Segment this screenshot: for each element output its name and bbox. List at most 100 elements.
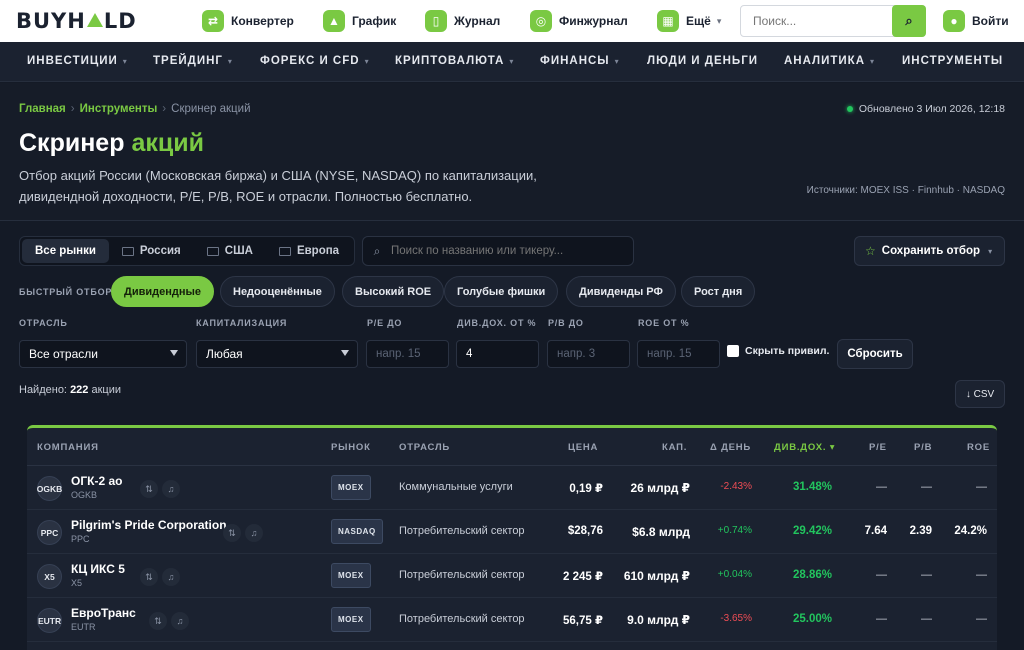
search-button[interactable]: ⌕ (892, 5, 926, 37)
compare-icon[interactable]: ⇅ (149, 612, 167, 630)
bell-icon[interactable]: ♫ (171, 612, 189, 630)
tab-usa-label: США (224, 245, 253, 257)
cap-select[interactable]: Любая (196, 340, 358, 368)
tab-usa[interactable]: США (194, 239, 266, 263)
nav-converter[interactable]: ⇄ Конвертер (202, 9, 294, 33)
chip-day-growth[interactable]: Рост дня (681, 276, 756, 307)
section-analytics-label: АНАЛИТИКА (784, 55, 866, 67)
logo-triangle-icon (86, 13, 103, 27)
results-count: Найдено: 222 акции (19, 384, 121, 396)
section-trading[interactable]: ТРЕЙДИНГ ▾ (153, 55, 233, 67)
pb-cell: — (921, 569, 932, 581)
col-company[interactable]: КОМПАНИЯ (37, 442, 99, 453)
col-div[interactable]: ДИВ.ДОХ. ▾ (774, 442, 835, 453)
cap-cell: 9.0 млрд ₽ (627, 613, 690, 627)
nav-finjournal[interactable]: ◎ Финжурнал (530, 9, 628, 33)
book-icon: ▯ (425, 10, 447, 32)
nav-more-label: Ещё (686, 14, 711, 28)
col-pe[interactable]: P/E (869, 442, 887, 453)
section-analytics[interactable]: АНАЛИТИКА ▾ (784, 55, 875, 67)
page-title-accent: акций (131, 129, 204, 157)
market-badge: NASDAQ (331, 519, 383, 544)
exchange-icon: ⇄ (202, 10, 224, 32)
pe-input[interactable] (366, 340, 449, 368)
market-tabs: Все рынки Россия США Европа (19, 236, 356, 266)
section-finance[interactable]: ФИНАНСЫ ▾ (540, 55, 620, 67)
company-ticker: EUTR (71, 622, 96, 632)
section-people-money[interactable]: ЛЮДИ И ДЕНЬГИ (647, 55, 758, 67)
table-row[interactable]: OGKB ОГК-2 ао OGKB ⇅ ♫ MOEX Коммунальные … (27, 466, 997, 510)
tab-all-markets[interactable]: Все рынки (22, 239, 109, 263)
compare-icon[interactable]: ⇅ (223, 524, 241, 542)
bell-icon[interactable]: ♫ (162, 568, 180, 586)
section-forex[interactable]: ФОРЕКС И CFD ▾ (260, 55, 370, 67)
compare-icon[interactable]: ⇅ (140, 568, 158, 586)
checkbox-box[interactable] (727, 345, 739, 357)
login-button[interactable]: ● Войти (943, 9, 1009, 33)
breadcrumb-parent[interactable]: Инструменты (80, 103, 158, 115)
chip-dividends-rf[interactable]: Дивиденды РФ (566, 276, 676, 307)
col-market[interactable]: РЫНОК (331, 442, 371, 453)
chip-dividend[interactable]: Дивидендные (111, 276, 215, 307)
save-filter-button[interactable]: ☆ Сохранить отбор ▾ (854, 236, 1005, 266)
logo[interactable]: BUYH LD (16, 9, 137, 33)
nav-chart-label: График (352, 14, 397, 28)
company-name[interactable]: Pilgrim's Pride Corporation (71, 518, 227, 532)
market-badge: MOEX (331, 607, 371, 632)
company-name[interactable]: ЕвроТранс (71, 606, 136, 620)
company-name[interactable]: КЦ ИКС 5 (71, 562, 125, 576)
tab-russia-label: Россия (139, 245, 181, 257)
header-search-input[interactable] (741, 6, 891, 36)
nav-journal[interactable]: ▯ Журнал (425, 9, 500, 33)
nav-more[interactable]: ▦ Ещё ▾ (657, 9, 721, 33)
chip-undervalued[interactable]: Недооценённые (220, 276, 335, 307)
section-crypto[interactable]: КРИПТОВАЛЮТА ▾ (395, 55, 514, 67)
csv-export-button[interactable]: ↓ CSV (955, 380, 1005, 408)
col-sector[interactable]: ОТРАСЛЬ (399, 442, 450, 453)
div-input[interactable] (456, 340, 539, 368)
breadcrumb-home[interactable]: Главная (19, 103, 66, 115)
table-row[interactable]: X5 КЦ ИКС 5 X5 ⇅ ♫ MOEX Потребительский с… (27, 554, 997, 598)
caret-down-icon (170, 350, 178, 356)
day-change-cell: -2.43% (720, 481, 752, 492)
cap-cell: $6.8 млрд (632, 525, 690, 539)
section-tools[interactable]: ИНСТРУМЕНТЫ (902, 55, 1003, 67)
company-name[interactable]: ОГК-2 ао (71, 474, 122, 488)
pb-label: P/B ДО (548, 318, 584, 328)
breadcrumb-separator: › (70, 103, 75, 115)
tab-europe-label: Европа (296, 245, 340, 257)
nav-chart[interactable]: ▲ График (323, 9, 396, 33)
table-row[interactable]: PPC Pilgrim's Pride Corporation PPC ⇅ ♫ N… (27, 510, 997, 554)
bell-icon[interactable]: ♫ (245, 524, 263, 542)
updated-status: Обновлено 3 Июл 2026, 12:18 (846, 103, 1005, 115)
chip-blue-chips[interactable]: Голубые фишки (444, 276, 559, 307)
nav-converter-label: Конвертер (231, 14, 294, 28)
col-roe[interactable]: ROE (967, 442, 990, 453)
compare-icon[interactable]: ⇅ (140, 480, 158, 498)
pb-input[interactable] (547, 340, 630, 368)
stock-search-input[interactable] (391, 245, 621, 257)
roe-input[interactable] (637, 340, 720, 368)
reset-button[interactable]: Сбросить (837, 339, 913, 369)
div-label: ДИВ.ДОХ. ОТ % (457, 318, 537, 328)
cap-cell: 26 млрд ₽ (630, 481, 690, 495)
table-row[interactable]: EUTR ЕвроТранс EUTR ⇅ ♫ MOEX Потребительс… (27, 598, 997, 642)
bell-icon[interactable]: ♫ (162, 480, 180, 498)
company-ticker: PPC (71, 534, 90, 544)
row-actions: ⇅ ♫ (140, 480, 180, 498)
chip-high-roe[interactable]: Высокий ROE (342, 276, 445, 307)
col-pb[interactable]: P/B (914, 442, 932, 453)
tab-russia[interactable]: Россия (109, 239, 194, 263)
sector-cell: Потребительский сектор (399, 569, 525, 581)
logo-text-left: BUYH (16, 9, 86, 33)
sector-select[interactable]: Все отрасли (19, 340, 187, 368)
page-title-main: Скринер (19, 129, 125, 157)
tab-europe[interactable]: Европа (266, 239, 352, 263)
section-investments[interactable]: ИНВЕСТИЦИИ ▾ (27, 55, 128, 67)
hide-pref-checkbox[interactable]: Скрыть привил. (727, 345, 829, 357)
col-day[interactable]: Δ ДЕНЬ (710, 442, 751, 453)
col-cap[interactable]: КАП. (662, 442, 687, 453)
col-price[interactable]: ЦЕНА (568, 442, 598, 453)
csv-label: ↓ CSV (965, 388, 995, 400)
div-yield-cell: 28.86% (792, 569, 832, 581)
